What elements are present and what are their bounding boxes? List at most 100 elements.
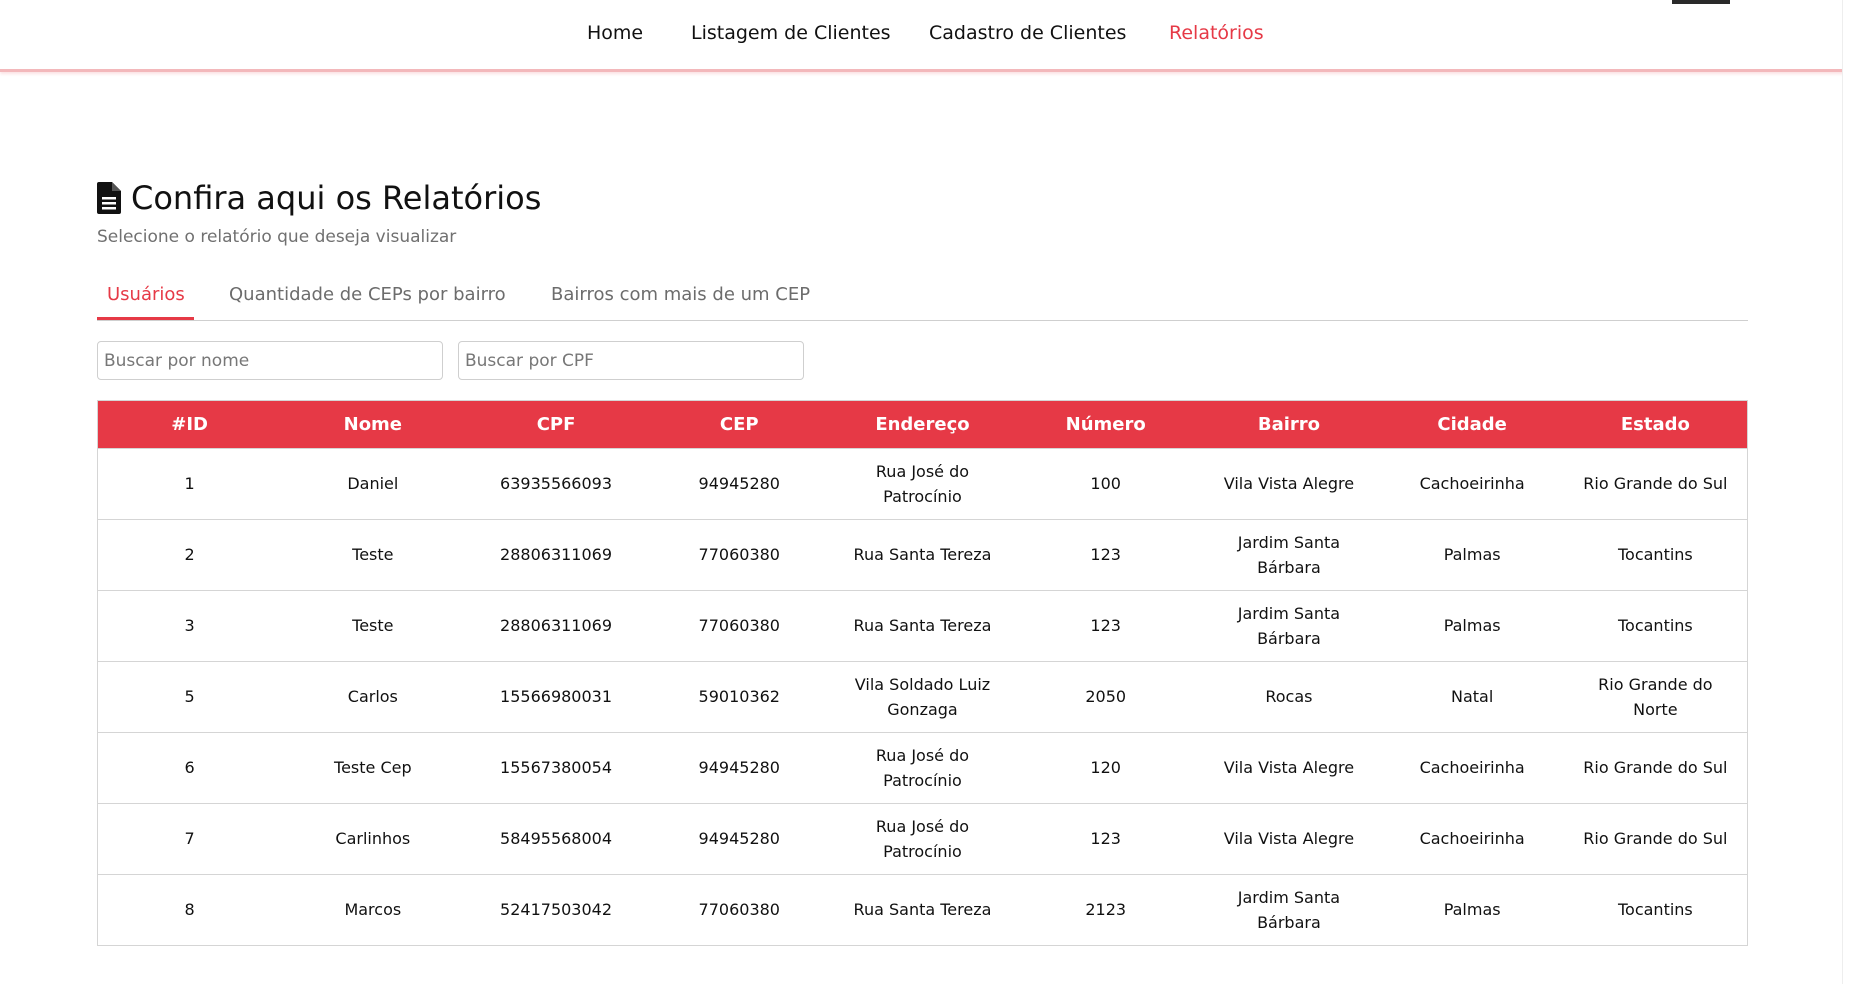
table-cell: Cachoeirinha — [1419, 829, 1525, 848]
table-cell: 77060380 — [698, 616, 780, 635]
table-row[interactable]: 8 Marcos 52417503042 77060380 Rua Santa Tere… — [98, 874, 1747, 945]
table-cell: Carlinhos — [335, 829, 411, 848]
column-header: CPF — [536, 413, 576, 435]
tab-usuarios[interactable]: Usuários — [107, 284, 185, 305]
table-cell: Teste — [352, 545, 394, 564]
table-cell: 15567380054 — [500, 758, 613, 777]
table-cell: Daniel — [347, 474, 399, 493]
column-header: CEP — [719, 413, 759, 435]
table-cell: Vila Vista Alegre — [1223, 758, 1355, 777]
active-tab-indicator — [97, 317, 194, 320]
column-header: Cidade — [1437, 413, 1507, 435]
column-header: Nome — [343, 413, 403, 435]
table-cell: Rio Grande do Sul — [1583, 474, 1728, 493]
table-cell: 63935566093 — [500, 474, 613, 493]
table-cell: Vila Vista Alegre — [1223, 474, 1355, 493]
table-cell: 6 — [184, 758, 195, 777]
table-cell: Teste — [352, 616, 394, 635]
search-name-input[interactable] — [97, 341, 443, 380]
nav-cadastro-clientes[interactable]: Cadastro de Clientes — [929, 22, 1126, 44]
table-cell: 77060380 — [698, 900, 780, 920]
table-row[interactable]: 3 Teste 28806311069 77060380 Rua Santa Terez… — [98, 590, 1747, 661]
table-cell: Rocas — [1265, 687, 1313, 706]
table-cell: 2050 — [1085, 687, 1127, 706]
search-cpf-input[interactable] — [458, 341, 804, 380]
file-document-icon — [97, 182, 121, 214]
table-cell: Rio Grande do Sul — [1583, 758, 1728, 777]
users-table: #ID Nome CPF CEP Endereço Número Bairro Cidade E… — [97, 400, 1748, 946]
table-cell: 1 — [184, 474, 195, 493]
top-navbar: Home Listagem de Clientes Cadastro de Cl… — [0, 0, 1849, 72]
page-subtitle: Selecione o relatório que deseja visuali… — [97, 227, 457, 247]
table-cell: Tocantins — [1617, 545, 1693, 564]
nav-relatorios[interactable]: Relatórios — [1169, 22, 1264, 44]
table-cell: Rua Santa Tereza — [853, 900, 992, 920]
table-cell: Tocantins — [1617, 900, 1693, 920]
nav-listagem-clientes[interactable]: Listagem de Clientes — [691, 22, 891, 44]
page-title: Confira aqui os Relatórios — [131, 179, 542, 217]
table-cell: Rua José do Patrocínio — [875, 816, 970, 861]
table-cell: Palmas — [1443, 545, 1501, 564]
table-cell: Jardim Santa Bárbara — [1237, 887, 1341, 932]
table-cell: Natal — [1450, 687, 1494, 706]
table-cell: 59010362 — [698, 687, 780, 706]
tab-ceps-por-bairro[interactable]: Quantidade de CEPs por bairro — [229, 284, 506, 305]
table-cell: Carlos — [347, 687, 398, 706]
table-cell: 2123 — [1085, 900, 1127, 920]
tab-bairros-mais-cep[interactable]: Bairros com mais de um CEP — [551, 284, 810, 305]
table-cell: Vila Vista Alegre — [1223, 829, 1355, 848]
table-cell: 5 — [184, 687, 195, 706]
table-cell: 2 — [184, 545, 195, 564]
table-row[interactable]: 6 Teste Cep 15567380054 94945280 Rua José do… — [98, 732, 1747, 803]
table-cell: 100 — [1090, 474, 1121, 493]
column-header: Número — [1065, 413, 1146, 435]
table-row[interactable]: 2 Teste 28806311069 77060380 Rua Santa Terez… — [98, 519, 1747, 590]
table-cell: Rua Santa Tereza — [853, 545, 992, 564]
table-cell: Teste Cep — [334, 758, 412, 777]
table-cell: 28806311069 — [500, 616, 613, 635]
nav-home[interactable]: Home — [587, 22, 643, 44]
table-cell: Rio Grande do Norte — [1598, 674, 1713, 719]
table-cell: 15566980031 — [500, 687, 613, 706]
table-cell: Cachoeirinha — [1419, 758, 1525, 777]
table-cell: Rua José do Patrocínio — [875, 461, 970, 506]
table-cell: 7 — [184, 829, 195, 848]
table-cell: 120 — [1090, 758, 1121, 777]
table-cell: Palmas — [1443, 616, 1501, 635]
table-cell: Rua Santa Tereza — [853, 616, 992, 635]
table-cell: Vila Soldado Luiz Gonzaga — [854, 674, 991, 719]
scrollbar[interactable] — [1842, 0, 1849, 984]
table-cell: Jardim Santa Bárbara — [1237, 603, 1341, 648]
table-cell: Cachoeirinha — [1419, 474, 1525, 493]
table-cell: 123 — [1090, 616, 1121, 635]
table-cell: 58495568004 — [500, 829, 613, 848]
table-cell: 94945280 — [698, 758, 780, 777]
table-cell: Rua José do Patrocínio — [875, 745, 970, 790]
table-cell: Rio Grande do Sul — [1583, 829, 1728, 848]
column-header: Endereço — [875, 413, 970, 435]
table-row[interactable]: 7 Carlinhos 58495568004 94945280 Rua José do… — [98, 803, 1747, 874]
table-cell: 77060380 — [698, 545, 780, 564]
table-cell: 52417503042 — [500, 900, 613, 920]
nav-links: Home Listagem de Clientes Cadastro de Cl… — [0, 22, 1849, 50]
table-cell: 123 — [1090, 829, 1121, 848]
table-header-row: #ID Nome CPF CEP Endereço Número Bairro Cidade E… — [98, 401, 1747, 448]
table-row[interactable]: 1 Daniel 63935566093 94945280 Rua José do Pa… — [98, 448, 1747, 519]
table-cell: 3 — [184, 616, 195, 635]
column-header: Bairro — [1257, 413, 1320, 435]
table-cell: Palmas — [1443, 900, 1501, 920]
table-cell: 8 — [184, 900, 195, 920]
table-row[interactable]: 5 Carlos 15566980031 59010362 Vila Soldado L… — [98, 661, 1747, 732]
column-header: Estado — [1620, 413, 1690, 435]
table-cell: 123 — [1090, 545, 1121, 564]
column-header: #ID — [171, 413, 208, 435]
table-cell: 94945280 — [698, 829, 780, 848]
navbar-dark-marker — [1672, 0, 1730, 4]
table-cell: Tocantins — [1617, 616, 1693, 635]
page-header: Confira aqui os Relatórios — [97, 178, 541, 218]
table-cell: Marcos — [344, 900, 402, 920]
table-cell: 28806311069 — [500, 545, 613, 564]
table-body: 1 Daniel 63935566093 94945280 Rua José do Pa… — [98, 448, 1747, 945]
table-cell: 94945280 — [698, 474, 780, 493]
table-cell: Jardim Santa Bárbara — [1237, 532, 1341, 577]
